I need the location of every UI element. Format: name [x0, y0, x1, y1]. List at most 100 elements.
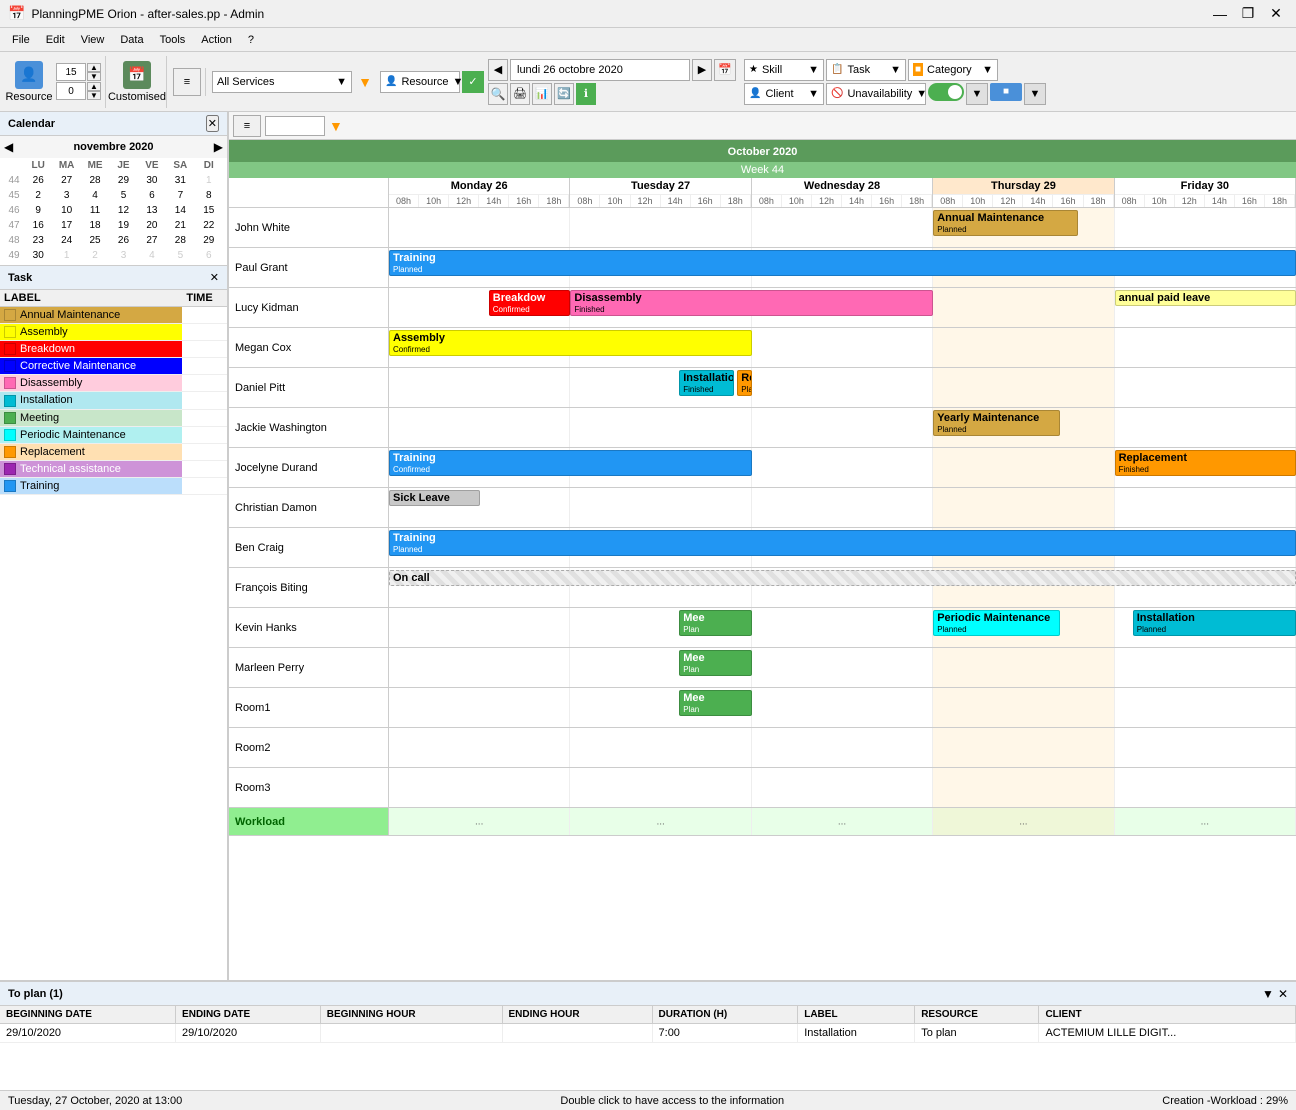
- task-filter-dropdown[interactable]: 📋 Task ▼: [826, 59, 906, 81]
- menu-item-action[interactable]: Action: [193, 32, 240, 48]
- prev-date-button[interactable]: ◀: [488, 59, 508, 81]
- resource-filter-dropdown[interactable]: 👤 Resource ▼: [380, 71, 460, 93]
- day-cell[interactable]: [752, 728, 933, 767]
- cal-day[interactable]: 30: [138, 173, 166, 188]
- toplan-row[interactable]: 29/10/202029/10/20207:00InstallationTo p…: [0, 1024, 1296, 1043]
- maximize-button[interactable]: ❐: [1236, 4, 1260, 24]
- customised-button[interactable]: 📅 Customised: [112, 56, 162, 108]
- toplan-table-container[interactable]: BEGINNING DATEENDING DATEBEGINNING HOURE…: [0, 1006, 1296, 1090]
- event[interactable]: On call: [389, 570, 1296, 586]
- toggle-option-2[interactable]: ▼: [1024, 83, 1046, 105]
- cal-day[interactable]: 11: [81, 203, 109, 218]
- day-cell[interactable]: [752, 688, 933, 727]
- task-row[interactable]: Periodic Maintenance: [0, 426, 227, 443]
- task-row[interactable]: Disassembly: [0, 375, 227, 392]
- cal-day[interactable]: 9: [24, 203, 52, 218]
- resource-button[interactable]: 👤 Resource: [4, 56, 54, 108]
- spinner1-down[interactable]: ▼: [87, 72, 101, 81]
- task-row[interactable]: Assembly: [0, 324, 227, 341]
- event[interactable]: MeePlan: [679, 690, 752, 716]
- resource-config-btn[interactable]: ✓: [462, 71, 484, 93]
- minimize-button[interactable]: —: [1208, 4, 1232, 24]
- unavailability-dropdown[interactable]: 🚫 Unavailability ▼: [826, 83, 926, 105]
- cal-day[interactable]: 19: [109, 218, 137, 233]
- day-cell[interactable]: [933, 488, 1114, 527]
- menu-item-data[interactable]: Data: [112, 32, 151, 48]
- cal-day[interactable]: 14: [166, 203, 194, 218]
- info-btn[interactable]: ℹ: [576, 83, 596, 105]
- day-cell[interactable]: ...: [389, 808, 570, 835]
- event[interactable]: Yearly MaintenancePlanned: [933, 410, 1060, 436]
- cal-grid-container[interactable]: Monday 2608h10h12h14h16h18hTuesday 2708h…: [229, 178, 1296, 980]
- day-cell[interactable]: [752, 408, 933, 447]
- spinner1-input[interactable]: [56, 63, 86, 81]
- day-cell[interactable]: [1115, 648, 1296, 687]
- cal-day[interactable]: 29: [195, 233, 223, 248]
- toplan-close-btn[interactable]: ✕: [1278, 987, 1288, 1001]
- cal-day[interactable]: 2: [81, 248, 109, 263]
- spinner1-up[interactable]: ▲: [87, 63, 101, 72]
- menu-item-edit[interactable]: Edit: [38, 32, 73, 48]
- cal-day[interactable]: 18: [81, 218, 109, 233]
- spinner2-input[interactable]: [56, 82, 86, 100]
- day-cell[interactable]: [570, 728, 751, 767]
- calendar-close-btn[interactable]: ✕: [206, 115, 219, 132]
- day-cell[interactable]: [933, 688, 1114, 727]
- task-close-btn[interactable]: ✕: [210, 271, 219, 284]
- print-btn[interactable]: 🖨: [510, 83, 530, 105]
- day-cell[interactable]: [1115, 768, 1296, 807]
- day-cell[interactable]: [752, 208, 933, 247]
- cal-day[interactable]: 5: [166, 248, 194, 263]
- export-btn[interactable]: 📊: [532, 83, 552, 105]
- day-cell[interactable]: [389, 408, 570, 447]
- cal-day[interactable]: 15: [195, 203, 223, 218]
- cal-day[interactable]: 2: [24, 188, 52, 203]
- event[interactable]: InstallationPlanned: [1133, 610, 1296, 636]
- day-cell[interactable]: ...: [752, 808, 933, 835]
- day-cell[interactable]: [933, 448, 1114, 487]
- cal-day[interactable]: 21: [166, 218, 194, 233]
- day-cell[interactable]: [570, 488, 751, 527]
- day-cell[interactable]: [933, 368, 1114, 407]
- task-row[interactable]: Training: [0, 477, 227, 494]
- day-cell[interactable]: [933, 288, 1114, 327]
- day-cell[interactable]: [570, 768, 751, 807]
- event[interactable]: TrainingPlanned: [389, 250, 1296, 276]
- event[interactable]: AssemblyConfirmed: [389, 330, 752, 356]
- event[interactable]: annual paid leave: [1115, 290, 1296, 306]
- day-cell[interactable]: ...: [570, 808, 751, 835]
- cal-day[interactable]: 4: [81, 188, 109, 203]
- day-cell[interactable]: [933, 328, 1114, 367]
- client-filter-dropdown[interactable]: 👤 Client ▼: [744, 83, 824, 105]
- day-cell[interactable]: [570, 408, 751, 447]
- cal-day[interactable]: 7: [166, 188, 194, 203]
- day-cell[interactable]: [933, 768, 1114, 807]
- menu-item-?[interactable]: ?: [240, 32, 262, 48]
- services-dropdown[interactable]: All Services ▼: [212, 71, 352, 93]
- refresh-btn[interactable]: 🔄: [554, 83, 574, 105]
- cal-day[interactable]: 10: [52, 203, 80, 218]
- cal-day[interactable]: 5: [109, 188, 137, 203]
- day-cell[interactable]: [752, 328, 933, 367]
- cal-day[interactable]: 27: [52, 173, 80, 188]
- event[interactable]: MeePlan: [679, 610, 752, 636]
- day-cell[interactable]: [1115, 368, 1296, 407]
- menu-item-tools[interactable]: Tools: [152, 32, 194, 48]
- cal-day[interactable]: 26: [109, 233, 137, 248]
- cal-day[interactable]: 27: [138, 233, 166, 248]
- cal-day[interactable]: 20: [138, 218, 166, 233]
- task-row[interactable]: Replacement: [0, 443, 227, 460]
- skill-filter-dropdown[interactable]: ★ Skill ▼: [744, 59, 824, 81]
- search-btn[interactable]: 🔍: [488, 83, 508, 105]
- cal-day[interactable]: 28: [81, 173, 109, 188]
- event[interactable]: Periodic MaintenancePlanned: [933, 610, 1060, 636]
- event[interactable]: TrainingConfirmed: [389, 450, 752, 476]
- cal-day[interactable]: 22: [195, 218, 223, 233]
- event[interactable]: TrainingPlanned: [389, 530, 1296, 556]
- event[interactable]: Annual MaintenancePlanned: [933, 210, 1078, 236]
- day-cell[interactable]: [570, 208, 751, 247]
- toggle-option-1[interactable]: ▼: [966, 83, 988, 105]
- day-cell[interactable]: [1115, 208, 1296, 247]
- prev-month-btn[interactable]: ◀: [4, 140, 13, 154]
- cal-day[interactable]: 16: [24, 218, 52, 233]
